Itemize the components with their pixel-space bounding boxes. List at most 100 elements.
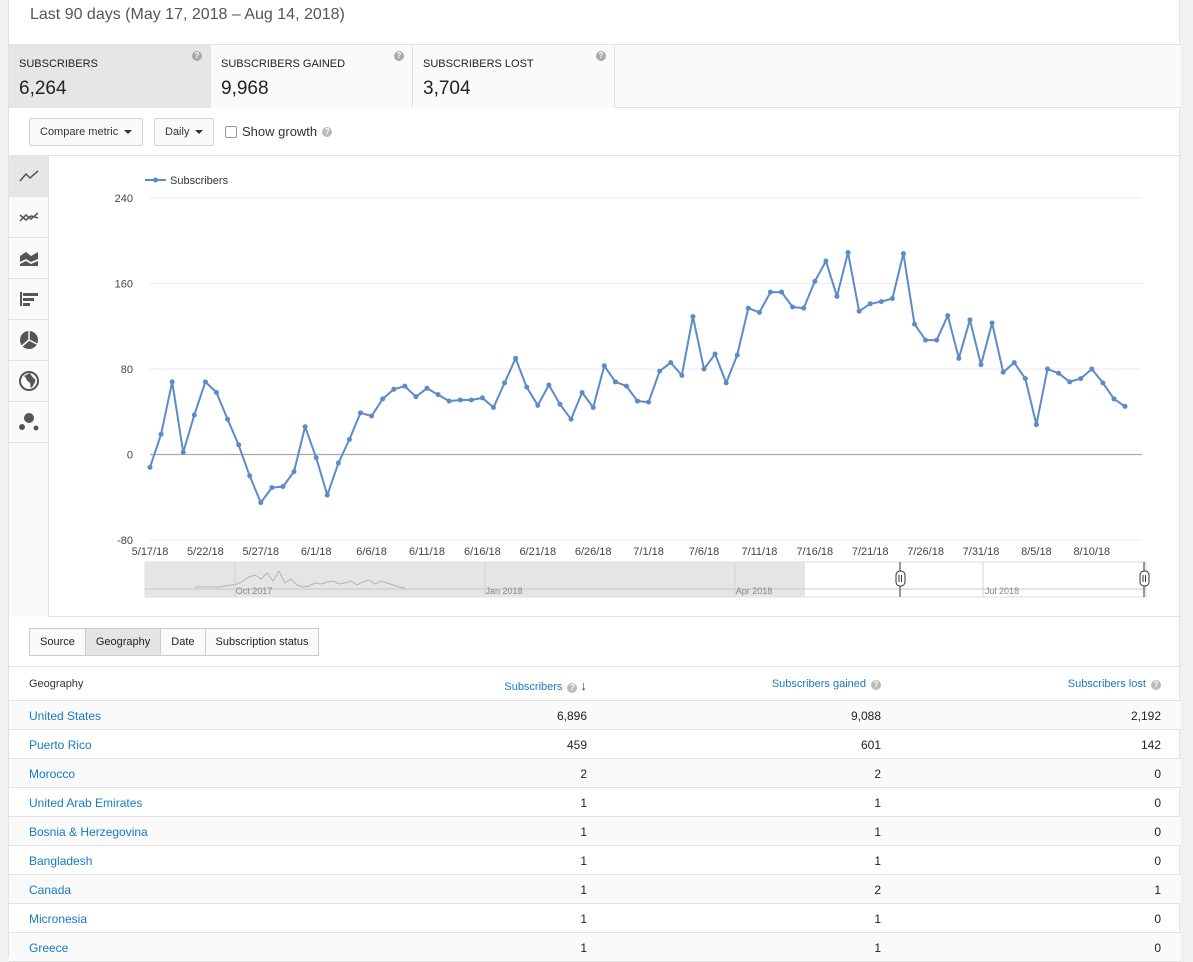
card-subscribers[interactable]: SUBSCRIBERS 6,264 ?: [9, 45, 211, 108]
data-point[interactable]: [956, 355, 962, 361]
data-point[interactable]: [147, 464, 153, 470]
data-point[interactable]: [369, 413, 375, 419]
help-icon[interactable]: ?: [322, 126, 333, 137]
help-icon[interactable]: ?: [1151, 680, 1161, 690]
data-point[interactable]: [878, 299, 884, 305]
data-point[interactable]: [302, 424, 308, 430]
data-point[interactable]: [1067, 379, 1073, 385]
data-point[interactable]: [258, 500, 264, 506]
data-point[interactable]: [490, 404, 496, 410]
data-point[interactable]: [546, 382, 552, 388]
data-point[interactable]: [524, 384, 530, 390]
data-point[interactable]: [867, 301, 873, 307]
data-point[interactable]: [1056, 370, 1062, 376]
data-point[interactable]: [756, 309, 762, 315]
data-point[interactable]: [1100, 380, 1106, 386]
tab-source[interactable]: Source: [29, 628, 86, 656]
data-point[interactable]: [424, 385, 430, 391]
data-point[interactable]: [934, 337, 940, 343]
timeline-end-handle[interactable]: [1139, 570, 1150, 587]
country-link[interactable]: Puerto Rico: [29, 738, 92, 752]
data-point[interactable]: [502, 380, 508, 386]
data-point[interactable]: [712, 351, 718, 357]
data-point[interactable]: [834, 293, 840, 299]
data-point[interactable]: [679, 372, 685, 378]
card-subscribers-lost[interactable]: SUBSCRIBERS LOST 3,704 ?: [413, 45, 615, 108]
data-point[interactable]: [945, 313, 951, 319]
country-link[interactable]: Morocco: [29, 767, 75, 781]
country-link[interactable]: Micronesia: [29, 912, 87, 926]
data-point[interactable]: [590, 404, 596, 410]
pie-chart-button[interactable]: [9, 320, 48, 361]
data-point[interactable]: [601, 363, 607, 369]
data-point[interactable]: [767, 289, 773, 295]
line-chart-button[interactable]: [9, 156, 48, 197]
data-point[interactable]: [269, 485, 275, 491]
data-point[interactable]: [623, 383, 629, 389]
data-point[interactable]: [468, 397, 474, 403]
data-point[interactable]: [1089, 366, 1095, 372]
bar-chart-button[interactable]: [9, 279, 48, 320]
country-link[interactable]: Canada: [29, 883, 71, 897]
compare-metric-dropdown[interactable]: Compare metric: [29, 118, 144, 146]
data-point[interactable]: [247, 473, 253, 479]
data-point[interactable]: [402, 383, 408, 389]
col-header-subscribers[interactable]: Subscribers? ↓: [504, 678, 587, 693]
data-point[interactable]: [1044, 366, 1050, 372]
data-point[interactable]: [889, 295, 895, 301]
data-point[interactable]: [358, 410, 364, 416]
country-link[interactable]: United Arab Emirates: [29, 796, 142, 810]
data-point[interactable]: [1111, 396, 1117, 402]
data-point[interactable]: [845, 250, 851, 256]
data-point[interactable]: [635, 398, 641, 404]
data-point[interactable]: [579, 390, 585, 396]
data-point[interactable]: [978, 362, 984, 368]
data-point[interactable]: [967, 317, 973, 323]
data-point[interactable]: [668, 360, 674, 366]
data-point[interactable]: [1033, 422, 1039, 428]
data-point[interactable]: [457, 397, 463, 403]
data-point[interactable]: [701, 366, 707, 372]
show-growth-checkbox[interactable]: [225, 125, 237, 138]
data-point[interactable]: [169, 379, 175, 385]
data-point[interactable]: [612, 379, 618, 385]
data-point[interactable]: [1011, 360, 1017, 366]
data-point[interactable]: [479, 395, 485, 401]
data-point[interactable]: [745, 305, 751, 311]
country-link[interactable]: United States: [29, 709, 101, 723]
multiline-chart-button[interactable]: [9, 197, 48, 238]
data-point[interactable]: [646, 399, 652, 405]
data-point[interactable]: [180, 449, 186, 455]
map-view-button[interactable]: [9, 361, 48, 402]
data-point[interactable]: [225, 416, 231, 422]
data-point[interactable]: [900, 251, 906, 257]
col-header-subscribers-lost[interactable]: Subscribers lost?: [1068, 678, 1161, 690]
help-icon[interactable]: ?: [394, 51, 404, 61]
data-point[interactable]: [291, 469, 297, 475]
data-point[interactable]: [513, 355, 519, 361]
timeline-start-handle[interactable]: [895, 570, 906, 587]
data-point[interactable]: [657, 368, 663, 374]
data-point[interactable]: [690, 314, 696, 320]
data-point[interactable]: [346, 437, 352, 443]
data-point[interactable]: [823, 258, 829, 264]
country-link[interactable]: Bosnia & Herzegovina: [29, 825, 148, 839]
data-point[interactable]: [812, 278, 818, 284]
data-point[interactable]: [236, 442, 242, 448]
data-point[interactable]: [158, 431, 164, 437]
data-point[interactable]: [779, 289, 785, 295]
data-point[interactable]: [313, 455, 319, 461]
show-growth-toggle[interactable]: Show growth ?: [225, 124, 333, 139]
help-icon[interactable]: ?: [871, 680, 881, 690]
data-point[interactable]: [391, 386, 397, 392]
data-point[interactable]: [380, 396, 386, 402]
data-point[interactable]: [324, 492, 330, 498]
help-icon[interactable]: ?: [192, 51, 202, 61]
data-point[interactable]: [989, 320, 995, 326]
data-point[interactable]: [923, 337, 929, 343]
data-point[interactable]: [413, 394, 419, 400]
interval-dropdown[interactable]: Daily: [154, 118, 215, 146]
data-point[interactable]: [723, 380, 729, 386]
tab-geography[interactable]: Geography: [84, 628, 162, 656]
data-point[interactable]: [734, 352, 740, 358]
